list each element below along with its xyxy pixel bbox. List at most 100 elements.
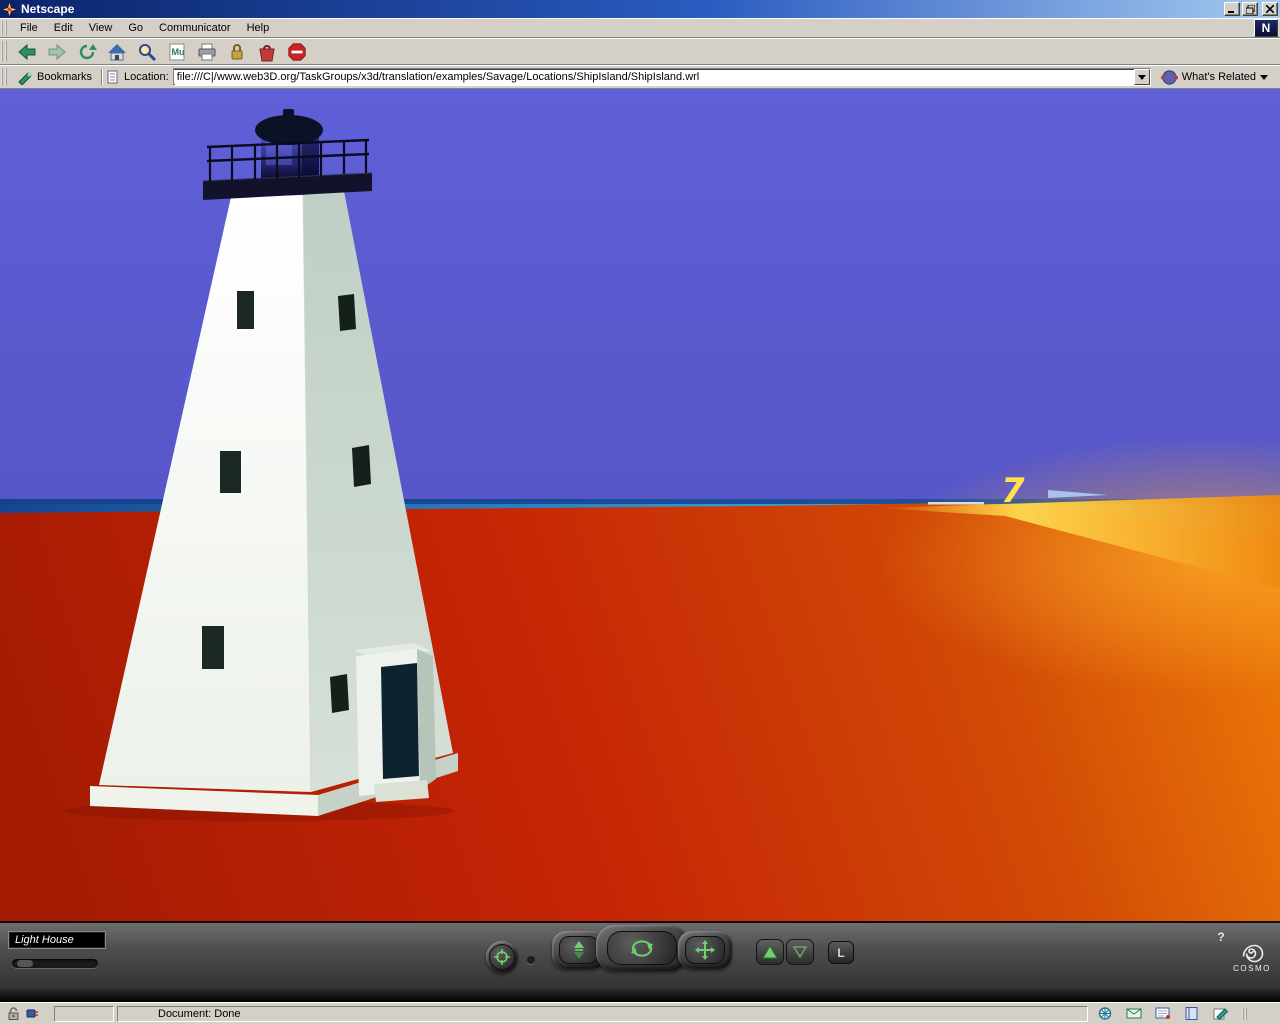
status-message-area: Document: Done bbox=[117, 1006, 1088, 1022]
viewpoint-display[interactable]: Light House bbox=[8, 931, 106, 949]
security-icon bbox=[226, 42, 248, 62]
cosmo-spiral-icon bbox=[1239, 937, 1265, 963]
cosmo-logo-text: COSMO bbox=[1230, 964, 1274, 973]
water-glint bbox=[928, 502, 984, 505]
window-controls bbox=[1224, 2, 1278, 16]
incline-down-button[interactable] bbox=[786, 939, 814, 965]
menu-view[interactable]: View bbox=[81, 20, 121, 36]
bookmarks-button[interactable]: Bookmarks bbox=[12, 68, 97, 87]
seek-button[interactable] bbox=[489, 944, 515, 970]
locbar-grip[interactable] bbox=[1, 68, 9, 86]
print-button[interactable] bbox=[192, 39, 222, 64]
rotate-pod bbox=[596, 925, 688, 971]
toolbar-grip[interactable] bbox=[1, 41, 9, 62]
window bbox=[220, 451, 241, 493]
navigation-toolbar: Mu bbox=[0, 38, 1280, 65]
window bbox=[352, 445, 371, 487]
mailbox-icon[interactable] bbox=[1126, 1006, 1142, 1021]
location-label: Location: bbox=[124, 71, 169, 83]
window bbox=[237, 291, 254, 329]
entry-side bbox=[417, 649, 436, 790]
minimize-button[interactable] bbox=[1224, 2, 1240, 16]
component-bar bbox=[1091, 1006, 1277, 1022]
reload-button[interactable] bbox=[72, 39, 102, 64]
netscape-throbber[interactable]: N bbox=[1254, 19, 1278, 37]
chevron-down-icon bbox=[1138, 75, 1146, 80]
window bbox=[330, 674, 349, 713]
svg-text:Mu: Mu bbox=[172, 47, 185, 57]
stop-icon bbox=[286, 42, 308, 62]
rotate-button[interactable] bbox=[607, 931, 677, 965]
search-button[interactable] bbox=[132, 39, 162, 64]
my-netscape-button[interactable]: Mu bbox=[162, 39, 192, 64]
incline-up-icon bbox=[762, 945, 778, 959]
status-indicators bbox=[3, 1006, 51, 1022]
menubar-grip[interactable] bbox=[1, 21, 9, 36]
window bbox=[202, 626, 224, 669]
back-button[interactable] bbox=[12, 39, 42, 64]
reload-icon bbox=[76, 42, 98, 62]
menu-edit[interactable]: Edit bbox=[46, 20, 81, 36]
door bbox=[381, 663, 419, 779]
incline-down-icon bbox=[793, 946, 807, 958]
dashboard-dot bbox=[527, 956, 535, 964]
composer-icon[interactable] bbox=[1213, 1006, 1229, 1021]
home-button[interactable] bbox=[102, 39, 132, 64]
bookmark-icon bbox=[17, 70, 33, 85]
addressbook-icon[interactable] bbox=[1184, 1006, 1200, 1021]
seek-pod bbox=[486, 941, 518, 973]
url-field-frame bbox=[173, 68, 1151, 86]
stop-button[interactable] bbox=[282, 39, 312, 64]
restore-button[interactable] bbox=[1242, 2, 1258, 16]
incline-up-button[interactable] bbox=[756, 939, 784, 965]
lamp-button[interactable]: L bbox=[828, 941, 854, 964]
vrml-3d-viewport[interactable]: 7 bbox=[0, 89, 1280, 921]
component-bar-grip[interactable] bbox=[1242, 1008, 1247, 1020]
url-input[interactable] bbox=[174, 70, 1134, 84]
related-chevron-icon bbox=[1260, 75, 1268, 80]
shop-button[interactable] bbox=[252, 39, 282, 64]
status-bar: Document: Done bbox=[0, 1002, 1280, 1024]
viewpoint-slider-knob[interactable] bbox=[17, 960, 33, 967]
close-icon bbox=[1266, 5, 1274, 13]
navigator-icon[interactable] bbox=[1097, 1006, 1113, 1021]
forward-button[interactable] bbox=[42, 39, 72, 64]
title-bar: Netscape bbox=[0, 0, 1280, 18]
lantern-dome bbox=[255, 115, 323, 145]
pan-cross-icon bbox=[695, 940, 715, 960]
menu-help[interactable]: Help bbox=[239, 20, 278, 36]
cosmo-logo[interactable]: COSMO bbox=[1230, 937, 1274, 973]
minimize-icon bbox=[1228, 5, 1236, 13]
whats-related-label: What's Related bbox=[1182, 71, 1256, 83]
discussions-icon[interactable] bbox=[1155, 1006, 1171, 1021]
security-lock-icon[interactable] bbox=[6, 1006, 21, 1021]
dashboard-surface: Light House bbox=[0, 921, 1280, 989]
tilt-button[interactable] bbox=[559, 936, 599, 964]
bookmarks-label: Bookmarks bbox=[37, 71, 92, 83]
online-status-icon[interactable] bbox=[25, 1006, 40, 1021]
menu-go[interactable]: Go bbox=[120, 20, 151, 36]
menu-file[interactable]: File bbox=[12, 20, 46, 36]
close-button[interactable] bbox=[1262, 2, 1278, 16]
url-dropdown-button[interactable] bbox=[1134, 69, 1150, 85]
security-button[interactable] bbox=[222, 39, 252, 64]
location-icon bbox=[107, 70, 120, 84]
location-bar: Bookmarks Location: What's Related bbox=[0, 65, 1280, 89]
home-icon bbox=[106, 42, 128, 62]
rotate-orbit-icon bbox=[627, 937, 657, 959]
pan-button[interactable] bbox=[685, 936, 725, 964]
help-button[interactable]: ? bbox=[1212, 929, 1230, 945]
whats-related-button[interactable]: What's Related bbox=[1157, 67, 1276, 88]
menu-communicator[interactable]: Communicator bbox=[151, 20, 239, 36]
boat-marker: 7 bbox=[1001, 471, 1025, 511]
menu-bar: File Edit View Go Communicator Help N bbox=[0, 18, 1280, 38]
lighthouse-scene: 7 bbox=[0, 89, 1280, 921]
window-title: Netscape bbox=[21, 2, 1224, 16]
dashboard-bottom-strip bbox=[0, 989, 1280, 1002]
viewpoint-slider[interactable] bbox=[12, 959, 98, 968]
print-icon bbox=[196, 42, 218, 62]
globe-icon bbox=[1161, 69, 1178, 86]
pan-pod bbox=[678, 931, 732, 969]
restore-icon bbox=[1246, 5, 1255, 14]
netscape-logo-icon bbox=[2, 2, 17, 17]
